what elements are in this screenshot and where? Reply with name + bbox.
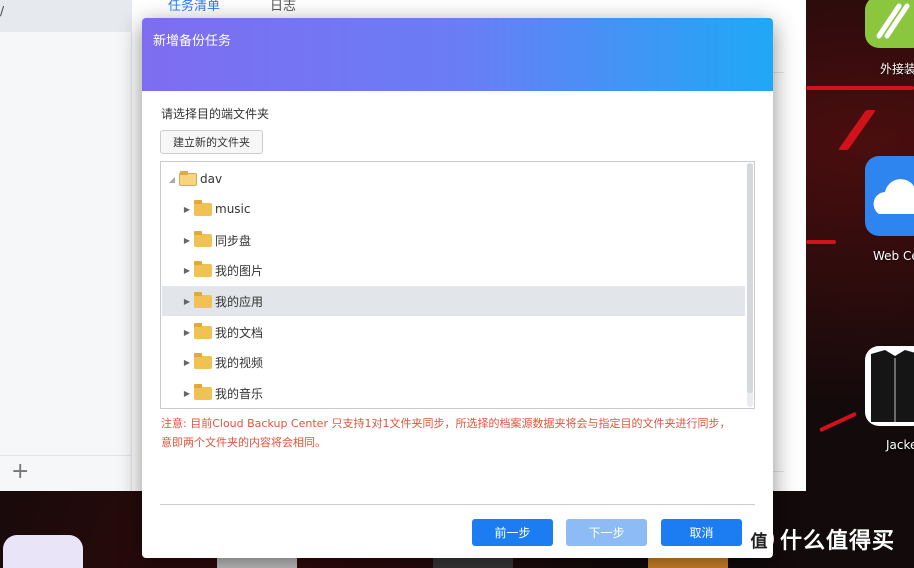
sidebar-divider: [0, 455, 132, 456]
folder-icon: [194, 230, 212, 247]
add-icon[interactable]: +: [11, 458, 29, 486]
collapsed-arrow-icon[interactable]: ▶: [183, 205, 191, 214]
external-device-icon[interactable]: [865, 0, 914, 48]
collapsed-arrow-icon[interactable]: ▶: [183, 389, 191, 398]
folder-icon: [194, 260, 212, 277]
tree-row-my-music[interactable]: ▶ 我的音乐: [162, 378, 745, 408]
folder-tree: ◢ dav ▶ music ▶ 同步盘 ▶ 我的图片 ▶ 我的应用 ▶ 我的文档…: [160, 161, 755, 409]
tree-item-label: 我的应用: [215, 294, 264, 309]
tree-row-music[interactable]: ▶ music: [162, 194, 745, 224]
dialog-footer-divider: [160, 504, 755, 505]
expanded-arrow-icon[interactable]: ◢: [168, 175, 176, 184]
app-sidebar: / +: [0, 0, 132, 491]
tab-log[interactable]: 日志: [270, 0, 296, 14]
tree-item-label: 我的视频: [215, 355, 264, 370]
tab-task-list[interactable]: 任务清单: [168, 0, 220, 14]
tree-item-label: music: [215, 202, 251, 216]
tree-root-row[interactable]: ◢ dav: [162, 164, 745, 194]
desktop-icon-label: Jacke: [886, 438, 914, 452]
dialog-header: 新增备份任务: [142, 18, 773, 91]
tree-row-my-documents[interactable]: ▶ 我的文档: [162, 317, 745, 347]
tree-row-my-videos[interactable]: ▶ 我的视频: [162, 347, 745, 377]
tree-item-label: 同步盘: [215, 233, 252, 248]
previous-button[interactable]: 前一步: [472, 519, 553, 546]
app-content-panel: [772, 72, 784, 472]
web-center-icon[interactable]: [865, 156, 914, 236]
sidebar-selected-item[interactable]: /: [0, 0, 132, 32]
jacket-app-icon[interactable]: [865, 346, 914, 426]
destination-folder-label: 请选择目的端文件夹: [161, 107, 270, 121]
folder-icon: [194, 322, 212, 339]
desktop-icon-label: 外接装: [880, 62, 914, 76]
cloud-icon: [873, 179, 914, 214]
tree-item-label: 我的图片: [215, 263, 264, 278]
tree-scrollbar[interactable]: [747, 163, 753, 407]
cancel-button[interactable]: 取消: [661, 519, 742, 546]
folder-icon: [194, 383, 212, 400]
folder-open-icon: [179, 170, 197, 186]
jacket-icon: [871, 350, 914, 422]
wallpaper-red-line: [806, 86, 914, 90]
tree-item-label: 我的文档: [215, 325, 264, 340]
external-device-glyph: [876, 3, 910, 39]
collapsed-arrow-icon[interactable]: ▶: [183, 358, 191, 367]
folder-icon: [194, 199, 212, 216]
tree-item-label: 我的音乐: [215, 386, 264, 401]
watermark: 值 什么值得买: [744, 522, 895, 556]
sync-note: 注意: 目前Cloud Backup Center 只支持1对1文件夹同步，所选…: [161, 414, 761, 452]
dock-app-icon[interactable]: [3, 535, 83, 568]
folder-icon: [194, 291, 212, 308]
watermark-badge: 值: [744, 524, 774, 554]
tree-item-label: dav: [200, 172, 223, 186]
sync-note-line: 意即两个文件夹的内容将会相同。: [161, 436, 326, 449]
collapsed-arrow-icon[interactable]: ▶: [183, 236, 191, 245]
create-folder-button[interactable]: 建立新的文件夹: [160, 130, 263, 154]
wallpaper-red-line: [806, 240, 836, 244]
collapsed-arrow-icon[interactable]: ▶: [183, 328, 191, 337]
new-backup-task-dialog: 新增备份任务 请选择目的端文件夹 建立新的文件夹 ◢ dav ▶ music ▶…: [142, 18, 773, 558]
tree-row-sync-disk[interactable]: ▶ 同步盘: [162, 225, 745, 255]
scrollbar-thumb[interactable]: [747, 163, 753, 393]
tree-row-my-pictures[interactable]: ▶ 我的图片: [162, 255, 745, 285]
watermark-text: 什么值得买: [780, 529, 896, 554]
folder-icon: [194, 352, 212, 369]
dialog-title: 新增备份任务: [153, 34, 232, 49]
next-button[interactable]: 下一步: [566, 519, 647, 546]
tree-row-my-apps[interactable]: ▶ 我的应用: [162, 286, 745, 316]
collapsed-arrow-icon[interactable]: ▶: [183, 266, 191, 275]
sidebar-item-glyph: /: [0, 4, 5, 18]
collapsed-arrow-icon[interactable]: ▶: [183, 297, 191, 306]
desktop-icon-label: Web Ce: [873, 249, 914, 263]
sync-note-line: 注意: 目前Cloud Backup Center 只支持1对1文件夹同步，所选…: [161, 417, 731, 430]
